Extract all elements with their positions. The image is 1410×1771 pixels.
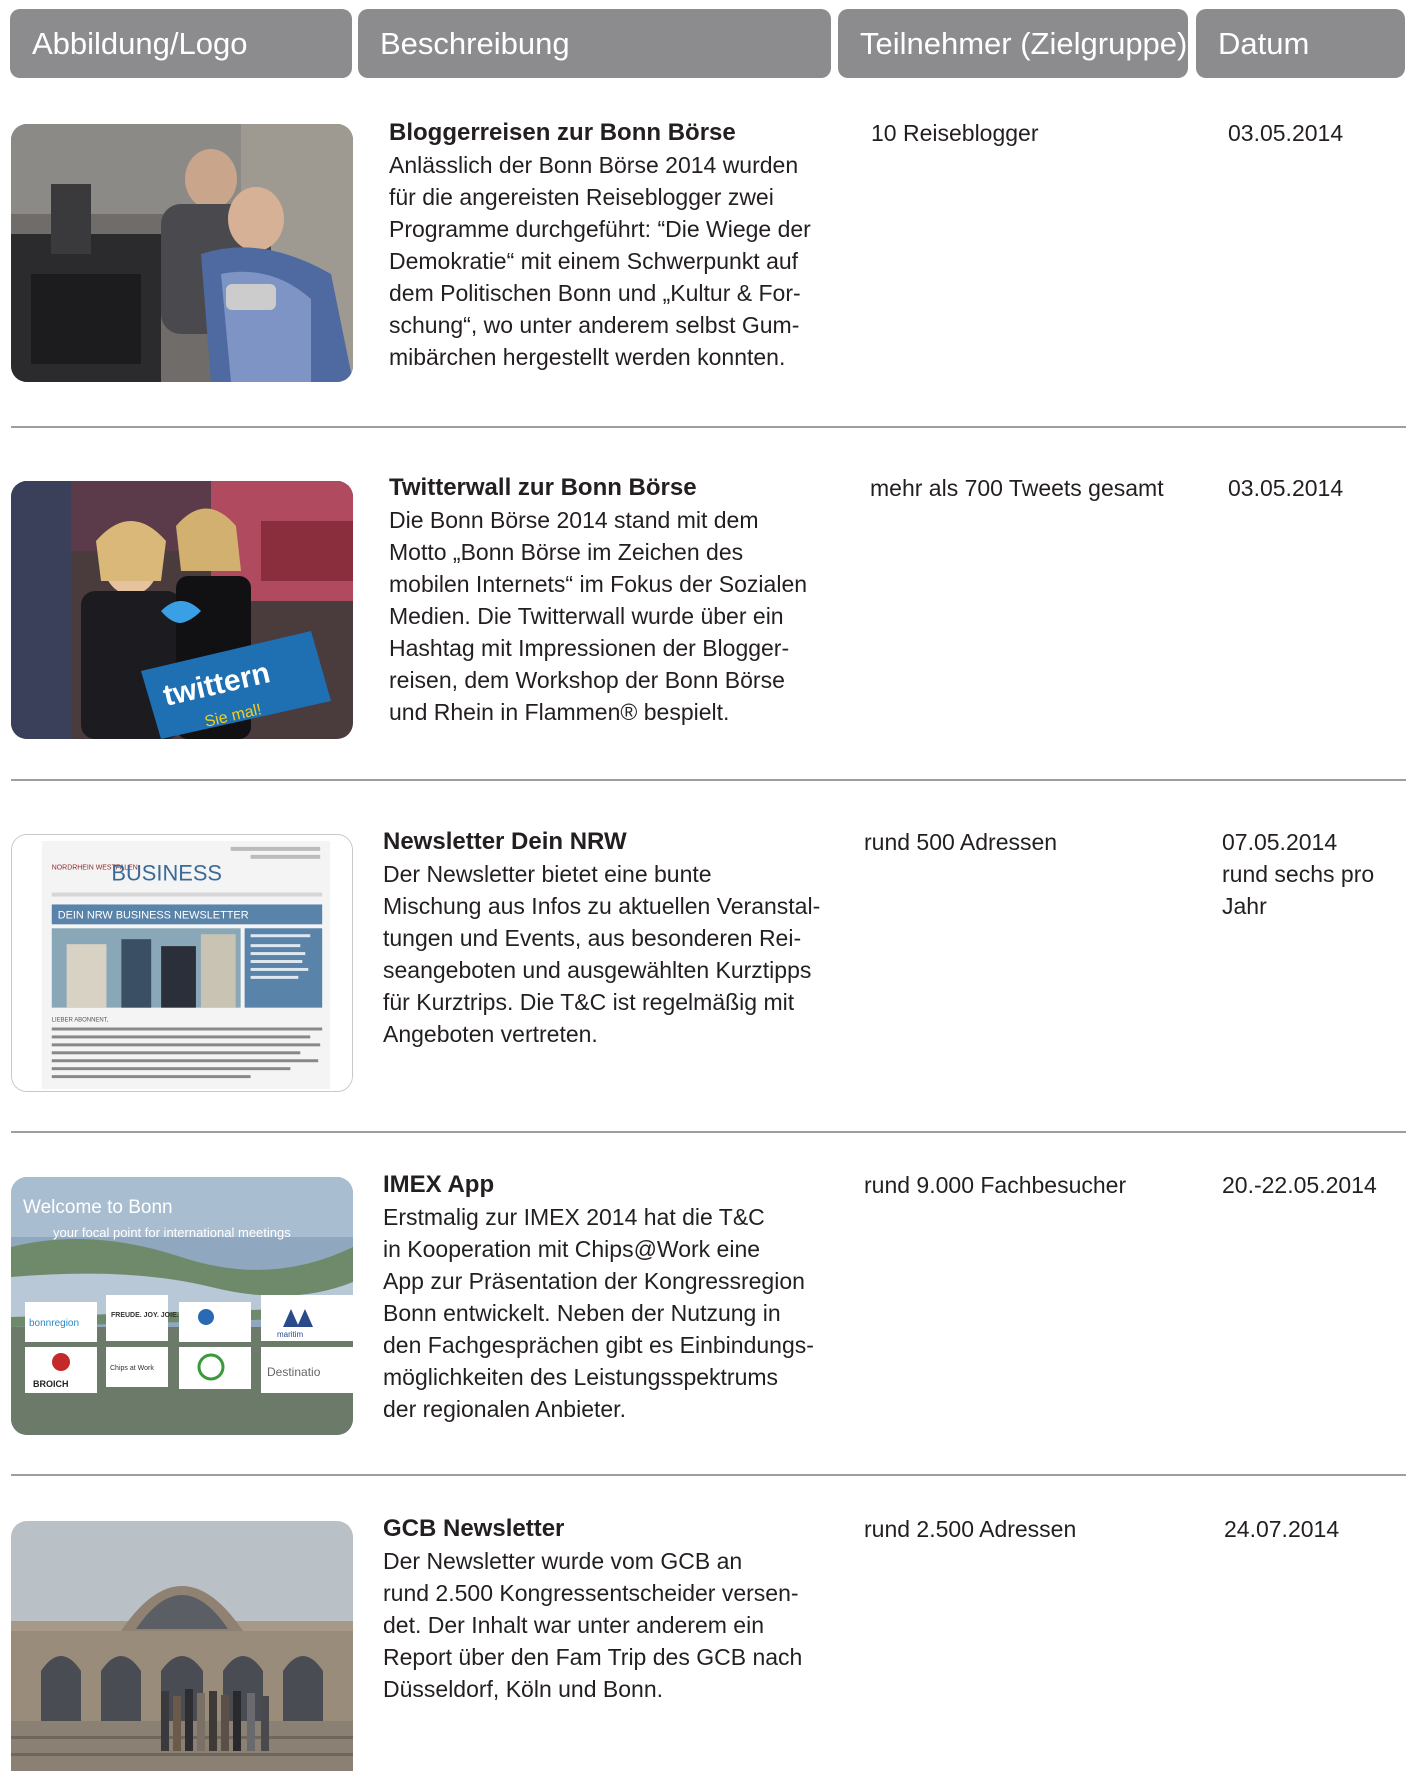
header-col-description: Beschreibung — [358, 9, 831, 78]
description-line: den Fachgesprächen gibt es Einbindungs- — [383, 1332, 814, 1358]
description-line: reisen, dem Workshop der Bonn Börse — [389, 667, 785, 693]
date-line: rund sechs pro — [1222, 861, 1375, 887]
description-line: Demokratie“ mit einem Schwerpunkt auf — [389, 248, 799, 274]
description-line: mibärchen hergestellt werden konnten. — [389, 344, 786, 370]
gcb-group-photo — [11, 1521, 353, 1771]
participants: rund 500 Adressen — [864, 829, 1058, 855]
date-line: 07.05.2014 — [1222, 829, 1338, 855]
row-description: Anlässlich der Bonn Börse 2014 wurden fü… — [389, 149, 811, 373]
participants: rund 9.000 Fachbesucher — [864, 1172, 1127, 1198]
description-line: Der Newsletter wurde vom GCB an — [383, 1548, 743, 1574]
date: 24.07.2014 — [1224, 1513, 1339, 1545]
date-line: 24.07.2014 — [1224, 1516, 1340, 1542]
description-line: seangeboten und ausgewählten Kurztipps — [383, 957, 812, 983]
date-line: 03.05.2014 — [1228, 120, 1344, 146]
description-line: det. Der Inhalt war unter anderem ein — [383, 1612, 764, 1638]
row-title: GCB Newsletter — [383, 1515, 565, 1542]
welcome-to-bonn-text: Welcome to Bonn — [23, 1197, 173, 1218]
bonnregion-logo: bonnregion — [29, 1318, 79, 1329]
description-line: tungen und Events, aus besonderen Rei- — [383, 925, 802, 951]
header-col-participants: Teilnehmer (Zielgruppe) — [838, 9, 1188, 78]
newsletter-banner-text: DEIN NRW BUSINESS NEWSLETTER — [58, 909, 249, 921]
date: 20.-22.05.2014 — [1222, 1169, 1377, 1201]
newsletter-nrw-screenshot: NORDRHEIN WESTFALEN BUSINESS DEIN NRW BU… — [11, 834, 353, 1092]
description-line: Programme durchgeführt: “Die Wiege der — [389, 216, 811, 242]
description-line: Erstmalig zur IMEX 2014 hat die T&C — [383, 1204, 765, 1230]
header-col-date: Datum — [1196, 9, 1405, 78]
description-line: App zur Präsentation der Kongressregion — [383, 1268, 805, 1294]
participants: rund 2.500 Adressen — [864, 1516, 1077, 1542]
description-line: möglichkeiten des Leistungsspektrums — [383, 1364, 779, 1390]
twitterwall-photo: twittern Sie mal! — [11, 481, 353, 739]
row-description: Die Bonn Börse 2014 stand mit dem Motto … — [389, 504, 807, 728]
description-line: Bonn entwickelt. Neben der Nutzung in — [383, 1300, 781, 1326]
row-divider — [11, 426, 1406, 428]
row-description: Der Newsletter bietet eine bunte Mischun… — [383, 858, 820, 1050]
date: 07.05.2014 rund sechs pro Jahr — [1222, 826, 1374, 922]
description-line: Der Newsletter bietet eine bunte — [383, 861, 712, 887]
description-line: Die Bonn Börse 2014 stand mit dem — [389, 507, 759, 533]
row-title: Twitterwall zur Bonn Börse — [389, 474, 697, 501]
description-line: schung“, wo unter anderem selbst Gum- — [389, 312, 800, 338]
imex-app-screenshot: Welcome to Bonn your focal point for int… — [11, 1177, 353, 1435]
focal-point-text: your focal point for international meeti… — [53, 1225, 291, 1240]
description-line: Düsseldorf, Köln und Bonn. — [383, 1676, 664, 1702]
row-title: Bloggerreisen zur Bonn Börse — [389, 119, 736, 146]
date-line: 20.-22.05.2014 — [1222, 1172, 1377, 1198]
description-line: für Kurztrips. Die T&C ist regelmäßig mi… — [383, 989, 795, 1015]
description-line: Angeboten vertreten. — [383, 1021, 598, 1047]
description-line: der regionalen Anbieter. — [383, 1396, 626, 1422]
description-line: Mischung aus Infos zu aktuellen Veransta… — [383, 893, 821, 919]
description-line: mobilen Internets“ im Fokus der Sozialen — [389, 571, 808, 597]
description-line: dem Politischen Bonn und „Kultur & For- — [389, 280, 801, 306]
row-description: Der Newsletter wurde vom GCB an rund 2.5… — [383, 1545, 802, 1705]
description-line: rund 2.500 Kongressentscheider versen- — [383, 1580, 799, 1606]
chips-at-work-logo: Chips at Work — [110, 1365, 154, 1372]
participants: mehr als 700 Tweets gesamt — [870, 475, 1164, 501]
row-divider — [11, 1474, 1406, 1476]
date-line: 03.05.2014 — [1228, 475, 1344, 501]
row-title: Newsletter Dein NRW — [383, 828, 627, 855]
row-title: IMEX App — [383, 1171, 495, 1198]
row-divider — [11, 1131, 1406, 1133]
description-line: und Rhein in Flammen® bespielt. — [389, 699, 730, 725]
description-line: Report über den Fam Trip des GCB nach — [383, 1644, 803, 1670]
header-col-image: Abbildung/Logo — [10, 9, 352, 78]
row-divider — [11, 779, 1406, 781]
newsletter-greeting: LIEBER ABONNENT, — [52, 1018, 109, 1024]
participants: 10 Reiseblogger — [871, 120, 1039, 146]
destination-logo: Destinatio — [267, 1365, 321, 1379]
blogger-photo — [11, 124, 353, 382]
description-line: in Kooperation mit Chips@Work eine — [383, 1236, 761, 1262]
date: 03.05.2014 — [1228, 117, 1343, 149]
broich-logo: BROICH — [33, 1379, 69, 1389]
description-line: für die angereisten Reiseblogger zwei — [389, 184, 774, 210]
maritim-logo: maritim — [277, 1330, 304, 1339]
description-line: Medien. Die Twitterwall wurde über ein — [389, 603, 784, 629]
date-line: Jahr — [1222, 893, 1267, 919]
date: 03.05.2014 — [1228, 472, 1343, 504]
description-line: Hashtag mit Impressionen der Blogger- — [389, 635, 790, 661]
description-line: Anlässlich der Bonn Börse 2014 wurden — [389, 152, 799, 178]
description-line: Motto „Bonn Börse im Zeichen des — [389, 539, 744, 565]
business-logo-text: BUSINESS — [111, 861, 222, 886]
row-description: Erstmalig zur IMEX 2014 hat die T&C in K… — [383, 1201, 814, 1425]
